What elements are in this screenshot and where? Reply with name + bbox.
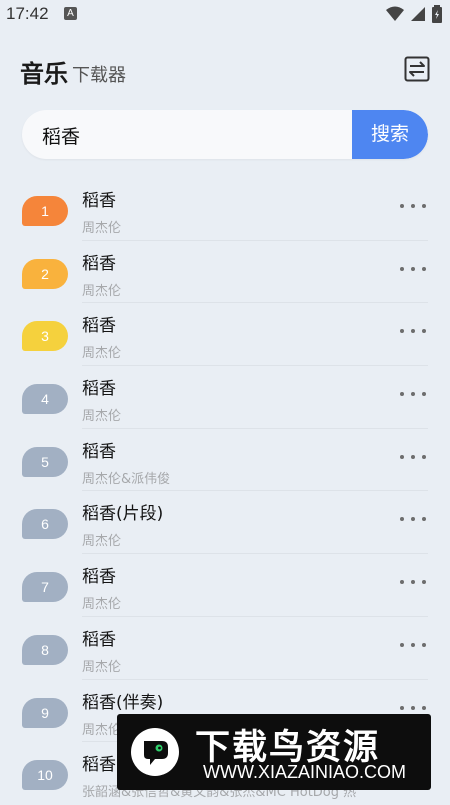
rank-badge: 7 <box>22 572 68 603</box>
song-title: 稻香(片段) <box>82 504 164 525</box>
song-artist: 周杰伦 <box>82 346 122 362</box>
signal-icon <box>411 7 425 21</box>
rank-badge: 10 <box>22 760 68 791</box>
rank-badge: 9 <box>22 697 68 728</box>
rank-badge: 1 <box>22 196 68 226</box>
search-bar: 搜索 <box>22 110 428 159</box>
song-list: 1 稻香 周杰伦 2 稻香 周杰伦 3 稻香 周杰伦 4 稻香 周杰伦 5 稻香… <box>0 178 450 805</box>
song-title: 稻香(伴奏) <box>82 692 164 713</box>
song-row[interactable]: 1 稻香 周杰伦 <box>0 178 450 241</box>
watermark-banner: 下载鸟资源 WWW.XIAZAINIAO.COM <box>117 714 431 790</box>
song-row[interactable]: 5 稻香 周杰伦&派伟俊 <box>0 429 450 492</box>
song-artist: 周杰伦 <box>82 283 122 299</box>
rank-badge: 5 <box>22 446 68 477</box>
more-options-icon[interactable] <box>400 701 426 715</box>
watermark-url: WWW.XIAZAINIAO.COM <box>203 762 406 782</box>
song-artist: 周杰伦 <box>82 409 122 425</box>
song-artist: 周杰伦 <box>82 659 122 675</box>
more-options-icon[interactable] <box>400 575 426 589</box>
switch-icon[interactable] <box>404 56 430 82</box>
app-header: 音乐 下载器 <box>0 50 450 92</box>
song-artist: 周杰伦 <box>82 722 122 738</box>
more-options-icon[interactable] <box>400 199 426 213</box>
song-title: 稻香 <box>82 379 116 400</box>
wifi-icon <box>386 6 404 21</box>
song-row[interactable]: 7 稻香 周杰伦 <box>0 554 450 617</box>
song-title: 稻香 <box>82 316 116 337</box>
song-row[interactable]: 4 稻香 周杰伦 <box>0 366 450 429</box>
more-options-icon[interactable] <box>400 387 426 401</box>
status-bar: 17:42 A <box>0 0 450 28</box>
more-options-icon[interactable] <box>400 450 426 464</box>
song-title: 稻香 <box>82 629 116 650</box>
rank-badge: 8 <box>22 634 68 665</box>
more-options-icon[interactable] <box>400 262 426 276</box>
song-row[interactable]: 3 稻香 周杰伦 <box>0 303 450 367</box>
song-title: 稻香 <box>82 191 116 211</box>
song-artist: 周杰伦&派伟俊 <box>82 471 171 487</box>
song-title: 稻香 <box>82 441 116 462</box>
search-button[interactable]: 搜索 <box>352 110 428 159</box>
app-title: 音乐 <box>20 60 68 88</box>
rank-badge: 2 <box>22 258 68 289</box>
song-row[interactable]: 6 稻香(片段) 周杰伦 <box>0 491 450 555</box>
notification-a-icon: A <box>64 7 77 20</box>
song-artist: 周杰伦 <box>82 534 122 550</box>
song-row[interactable]: 8 稻香 周杰伦 <box>0 617 450 680</box>
rank-badge: 6 <box>22 509 68 540</box>
song-title: 稻香 <box>82 567 116 588</box>
app-subtitle: 下载器 <box>72 65 126 86</box>
song-title: 稻香 <box>82 755 116 776</box>
song-title: 稻香 <box>82 253 116 274</box>
song-artist: 周杰伦 <box>82 221 122 236</box>
more-options-icon[interactable] <box>400 638 426 652</box>
battery-icon <box>432 5 442 23</box>
search-input[interactable] <box>40 120 364 150</box>
more-options-icon[interactable] <box>400 512 426 526</box>
song-artist: 周杰伦 <box>82 597 122 613</box>
song-row[interactable]: 2 稻香 周杰伦 <box>0 241 450 304</box>
rank-badge: 4 <box>22 384 68 415</box>
rank-badge: 3 <box>22 321 68 352</box>
bird-logo-icon <box>131 728 179 776</box>
status-time: 17:42 <box>6 4 49 23</box>
more-options-icon[interactable] <box>400 324 426 338</box>
status-icons <box>386 5 442 23</box>
